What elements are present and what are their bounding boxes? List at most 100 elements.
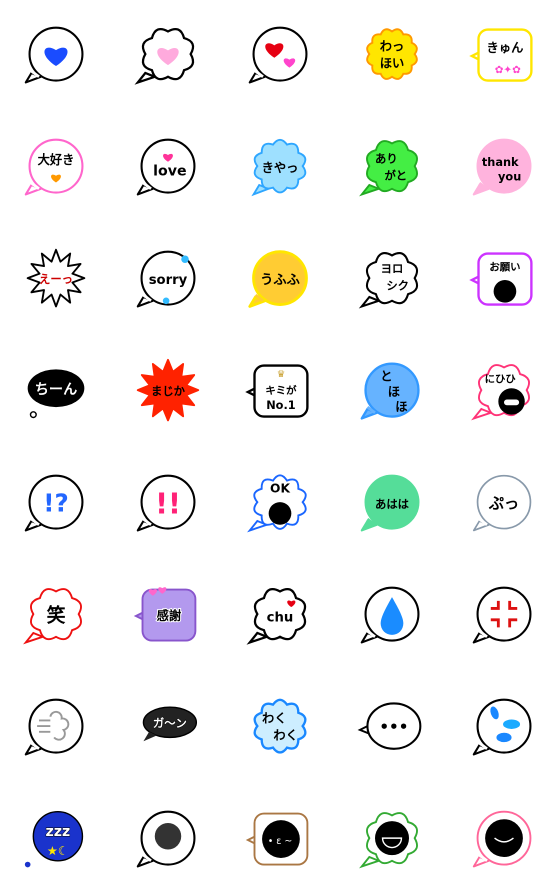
sticker-nihihi[interactable]: にひひ xyxy=(448,336,560,448)
flowers-icon: ✿✦✿ xyxy=(495,64,521,76)
sticker-graphic: あはは xyxy=(360,474,420,532)
sticker-onegai[interactable]: お願い xyxy=(448,224,560,336)
sticker-chiin[interactable]: ちーん xyxy=(0,336,112,448)
sticker-ellipsis[interactable]: ••• xyxy=(336,672,448,784)
sticker-text: あり xyxy=(375,151,398,165)
cloud-bubble xyxy=(366,140,418,193)
water-drop-icon xyxy=(181,255,189,263)
sticker-gaan[interactable]: ガ〜ン xyxy=(112,672,224,784)
sticker-graphic: zzz ★☾ xyxy=(24,810,84,868)
sticker-graphic: • ε ~ xyxy=(245,812,309,866)
sticker-graphic: chu xyxy=(246,587,307,645)
bubble-body xyxy=(476,586,532,642)
sticker-text: にひひ xyxy=(485,374,517,386)
sticker-text: えーっ xyxy=(39,272,73,286)
kiss-face-icon: • ε ~ xyxy=(268,836,293,847)
sticker-text: !? xyxy=(43,489,68,518)
sticker-tohoho[interactable]: とほほ xyxy=(336,336,448,448)
sticker-yoroshiku[interactable]: ヨロ シク xyxy=(336,224,448,336)
emoji-grid: わっ ほい きゅん ✿✦✿ 大好き love きやっ あり がと thank you えーっ sorry… xyxy=(0,0,560,896)
bubble-shape xyxy=(472,586,532,644)
sticker-graphic: まじか xyxy=(136,358,200,422)
sticker-arigato[interactable]: あり がと xyxy=(336,112,448,224)
sticker-ahaha[interactable]: あはは xyxy=(336,448,448,560)
sticker-text: 大好き xyxy=(38,152,75,167)
sticker-blue-heart[interactable] xyxy=(0,0,112,112)
sticker-graphic xyxy=(24,26,84,84)
sticker-text: ••• xyxy=(379,718,408,736)
sticker-zzz[interactable]: zzz ★☾ xyxy=(0,784,112,896)
sticker-text: ぷっ xyxy=(488,495,519,513)
sticker-text: ほい xyxy=(380,56,405,70)
sticker-scribble[interactable] xyxy=(112,784,224,896)
sticker-text: love xyxy=(153,164,186,180)
sticker-chu[interactable]: chu xyxy=(224,560,336,672)
sticker-ee[interactable]: えーっ xyxy=(0,224,112,336)
sweat-drop-icon xyxy=(503,719,521,729)
bubble-tail xyxy=(246,631,271,645)
sticker-graphic xyxy=(472,698,532,756)
sticker-smile-face[interactable] xyxy=(448,784,560,896)
sticker-thankyou[interactable]: thank you xyxy=(448,112,560,224)
sticker-graphic xyxy=(472,810,532,868)
sticker-ok[interactable]: OK xyxy=(224,448,336,560)
sticker-text: キミが xyxy=(265,384,297,397)
bubble-tail xyxy=(359,183,382,197)
sticker-graphic: きゅん ✿✦✿ xyxy=(469,28,533,82)
sticker-graphic: うふふ xyxy=(248,250,308,308)
sticker-puff[interactable] xyxy=(0,672,112,784)
sticker-text: わく xyxy=(273,728,298,742)
sticker-text: と xyxy=(380,370,392,384)
sticker-graphic: thankyou xyxy=(472,138,532,196)
sticker-wahhoi[interactable]: わっ ほい xyxy=(336,0,448,112)
sticker-anger[interactable] xyxy=(448,560,560,672)
thought-dot xyxy=(29,411,37,419)
bubble-tail xyxy=(23,631,46,645)
bubble-tail xyxy=(471,407,494,421)
sticker-pink-heart-cloud[interactable] xyxy=(112,0,224,112)
sticker-laugh-face[interactable] xyxy=(336,784,448,896)
sticker-pu[interactable]: ぷっ xyxy=(448,448,560,560)
sticker-text: わっ xyxy=(380,39,405,53)
sticker-graphic: ヨロシク xyxy=(358,252,419,309)
sticker-graphic: OK xyxy=(247,474,307,533)
sticker-text: zzz xyxy=(46,824,71,840)
sticker-graphic: お願い xyxy=(469,252,533,306)
sticker-text: OK xyxy=(270,482,290,496)
sticker-text: うふふ xyxy=(260,272,300,288)
sticker-text: you xyxy=(498,169,521,183)
sticker-splash[interactable] xyxy=(448,672,560,784)
sticker-graphic: sorry xyxy=(136,250,196,308)
sticker-text: ちーん xyxy=(35,382,77,398)
sticker-double-exclaim[interactable]: !! xyxy=(112,448,224,560)
black-face-icon xyxy=(485,819,523,857)
sticker-wakuwaku[interactable]: わく わく xyxy=(224,672,336,784)
black-face-icon xyxy=(268,502,292,525)
sticker-graphic: わっほい xyxy=(366,28,418,80)
bubble-tail xyxy=(359,855,382,869)
sticker-kimigano1[interactable]: ♛ キミが No.1 xyxy=(224,336,336,448)
sticker-kyaa[interactable]: きやっ xyxy=(224,112,336,224)
sticker-sweat-drop[interactable] xyxy=(336,560,448,672)
sticker-daisuki[interactable]: 大好き xyxy=(0,112,112,224)
sticker-graphic: ちーん xyxy=(27,369,85,419)
sticker-graphic xyxy=(472,586,532,644)
sticker-warai[interactable]: 笑 xyxy=(0,560,112,672)
moon-star-icon: ★☾ xyxy=(47,844,69,858)
sticker-kiss-face[interactable]: • ε ~ xyxy=(224,784,336,896)
sticker-graphic: ぷっ xyxy=(472,474,532,532)
sticker-kansha[interactable]: 感謝 xyxy=(112,560,224,672)
sticker-ufufu[interactable]: うふふ xyxy=(224,224,336,336)
sticker-graphic: ガ〜ン xyxy=(142,706,198,742)
sticker-exclaim-question[interactable]: !? xyxy=(0,448,112,560)
sticker-text: ガ〜ン xyxy=(153,716,187,730)
sticker-graphic: ••• xyxy=(357,702,422,750)
sticker-graphic: にひひ xyxy=(471,364,530,421)
sticker-text: きやっ xyxy=(262,161,299,175)
sticker-majika[interactable]: まじか xyxy=(112,336,224,448)
sticker-red-hearts[interactable] xyxy=(224,0,336,112)
sticker-sorry[interactable]: sorry xyxy=(112,224,224,336)
sticker-love[interactable]: love xyxy=(112,112,224,224)
sticker-text: わく xyxy=(262,711,287,725)
sticker-kyun[interactable]: きゅん ✿✦✿ xyxy=(448,0,560,112)
